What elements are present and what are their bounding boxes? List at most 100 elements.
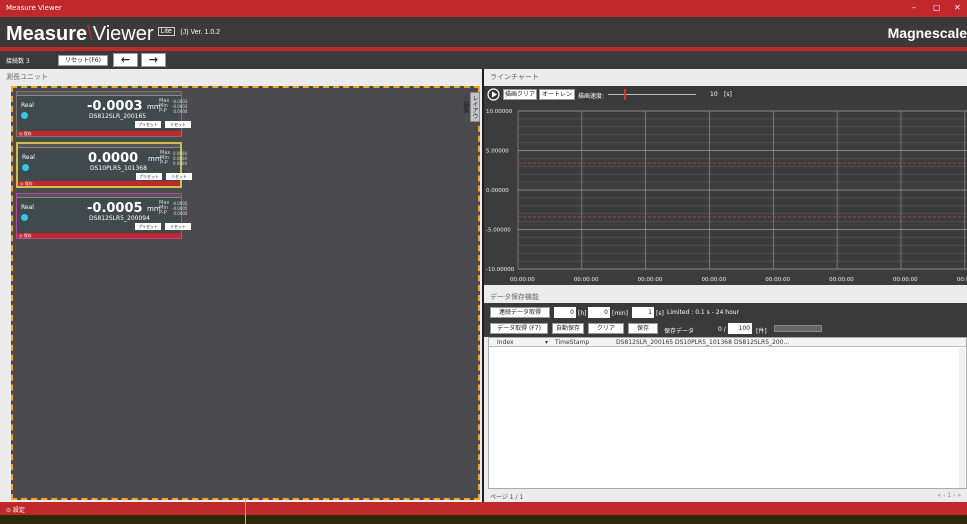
reset-button[interactable]: リセット [166, 173, 192, 180]
data-table[interactable]: Index ▾ TimeStamp DS812SLR_200165 DS10PL… [488, 337, 967, 489]
settings-toggle[interactable]: ⊙ 設定 [6, 505, 25, 514]
status-indicator-icon [21, 112, 28, 119]
sensor-name: DS10PLR5_101368 [90, 165, 147, 172]
hour-input[interactable]: 0 [554, 307, 576, 318]
version-text: (J) Ver. 1.0.2 [180, 29, 221, 37]
minute-unit: [min] [612, 310, 628, 317]
table-scrollbar[interactable] [959, 348, 965, 488]
speed-slider-thumb[interactable] [624, 89, 626, 100]
unit-card-3[interactable]: Real -0.0005 mm Max Min P-P -0.0005 -0.0… [16, 193, 191, 239]
x-tick-label: 00:00:00 [510, 277, 535, 283]
line-chart[interactable]: 10.00000 5.00000 0.00000 -5.00000 -10.00000 0… [484, 103, 967, 285]
second-unit: [s] [656, 310, 664, 317]
back-arrow-icon[interactable]: ← [113, 53, 138, 67]
preset-button[interactable]: プリセット [135, 223, 161, 230]
unit-card-1[interactable]: Real -0.0003 mm Max Min P-P -0.0003 -0.0… [16, 91, 191, 137]
brand-logo: Magnescale [887, 25, 967, 41]
chart-title: ラインチャート [484, 69, 967, 85]
mode-label: Real [22, 154, 35, 161]
table-pager: ページ 1 / 1 « ‹ 1 › » [484, 489, 967, 502]
stats-labels: Max Min P-P [160, 150, 171, 166]
layout-edit-tab[interactable]: レイアウト編集 [462, 92, 480, 122]
pager-controls[interactable]: « ‹ 1 › » [937, 492, 961, 499]
speed-slider-track[interactable] [608, 94, 696, 95]
measure-value: 0.0000 [88, 151, 139, 166]
reset-button[interactable]: リセット [165, 121, 191, 128]
y-tick-label: -10.00000 [486, 267, 515, 273]
save-progress-bar [774, 325, 822, 332]
speed-unit: [s] [724, 91, 732, 98]
column-sensor-3[interactable]: DS812SLR5_200... [734, 339, 789, 346]
page-indicator: ページ 1 / 1 [490, 494, 524, 501]
layout-cursor-line [245, 500, 246, 524]
count-unit: [件] [756, 328, 767, 335]
app-logo: Measure\Viewer Lite (J) Ver. 1.0.2 [6, 23, 221, 45]
column-index[interactable]: Index [497, 339, 514, 346]
mode-label: Real [21, 102, 34, 109]
clear-chart-button[interactable]: 描画クリア [503, 89, 537, 100]
status-indicator-icon [22, 164, 29, 171]
unit-ruler [17, 194, 181, 198]
x-tick-label: 00:00:00 [701, 277, 726, 283]
mode-label: Real [21, 204, 34, 211]
unit-status-bar[interactable]: ◎ 保存 [17, 131, 181, 136]
x-tick-label: 00:00:00 [829, 277, 854, 283]
minimize-icon[interactable]: – [912, 3, 916, 12]
x-tick-label: 00:00:00 [893, 277, 918, 283]
connection-count: 接続数 3 [6, 58, 30, 65]
title-bar: Measure Viewer – ▢ ✕ [0, 0, 967, 17]
speed-value: 10 [710, 91, 718, 98]
autorange-button[interactable]: オートレンジ [539, 89, 575, 108]
auto-save-button[interactable]: 自動保存 [552, 323, 584, 334]
settings-bar[interactable]: ⊙ 設定 [0, 502, 967, 515]
y-tick-label: -5.00000 [486, 228, 511, 234]
saved-count: 0 / [718, 326, 726, 333]
reset-button[interactable]: リセット [165, 223, 191, 230]
unit-status-bar[interactable]: ◎ 保存 [18, 181, 180, 186]
data-save-toolbar: 連続データ取得 0 [h] 0 [min] 1 [s] Limited : 0.… [484, 303, 967, 337]
max-count-input[interactable]: 100 [728, 323, 752, 334]
table-header: Index ▾ TimeStamp DS812SLR_200165 DS10PL… [489, 338, 966, 347]
column-timestamp[interactable]: TimeStamp [555, 339, 589, 346]
stats-values: -0.0005 -0.0005 0.0000 [172, 201, 188, 216]
clear-data-button[interactable]: クリア [588, 323, 624, 334]
stats-values: 0.0000 0.0000 0.0000 [173, 151, 187, 166]
second-input[interactable]: 1 [632, 307, 654, 318]
status-indicator-icon [21, 214, 28, 221]
sort-icon[interactable]: ▾ [545, 339, 548, 346]
preset-button[interactable]: プリセット [135, 121, 161, 128]
column-sensor-2[interactable]: DS10PLR5_101368 [675, 339, 732, 346]
app-header: Measure\Viewer Lite (J) Ver. 1.0.2 Magnes… [0, 17, 967, 47]
stats-values: -0.0003 -0.0003 0.0000 [172, 99, 188, 114]
limited-text: Limited : 0.1 s - 24 hour [667, 309, 740, 316]
continuous-acquire-button[interactable]: 連続データ取得 [490, 307, 550, 318]
unit-status-bar[interactable]: ◎ 保存 [17, 233, 181, 238]
panel-title: 測長ユニット [0, 69, 482, 85]
unit-ruler [18, 144, 180, 148]
measure-value: -0.0003 [87, 99, 143, 114]
sensor-name: DS812SLR5_200094 [89, 215, 150, 222]
preset-button[interactable]: プリセット [136, 173, 162, 180]
save-button[interactable]: 保存 [628, 323, 658, 334]
chart-toolbar: 描画クリア オートレンジ 描画速度: 10 [s] [484, 86, 967, 108]
speed-label: 描画速度: [578, 93, 605, 100]
forward-arrow-icon[interactable]: → [141, 53, 166, 67]
play-icon[interactable] [487, 88, 500, 101]
close-icon[interactable]: ✕ [954, 3, 961, 12]
x-tick-label: 00:00:00 [957, 277, 967, 283]
sensor-name: DS812SLR_200165 [89, 113, 147, 120]
data-save-title: データ保存機能 [484, 289, 967, 303]
y-tick-label: 10.00000 [486, 109, 513, 115]
column-sensor-1[interactable]: DS812SLR_200165 [616, 339, 673, 346]
saved-data-label: 保存データ [664, 328, 695, 335]
maximize-icon[interactable]: ▢ [933, 3, 941, 12]
x-tick-label: 00:00:00 [765, 277, 790, 283]
stats-labels: Max Min P-P [159, 98, 170, 114]
reset-all-button[interactable]: リセット(F6) [58, 55, 108, 66]
acquire-data-button[interactable]: データ取得 (F7) [490, 323, 548, 334]
minute-input[interactable]: 0 [588, 307, 610, 318]
stats-labels: Max Min P-P [159, 200, 170, 216]
chart-canvas: 10.00000 5.00000 0.00000 -5.00000 -10.00000 0… [486, 109, 967, 283]
unit-card-2[interactable]: Real 0.0000 mm Max Min P-P 0.0000 0.0000… [16, 142, 192, 188]
y-tick-label: 0.00000 [486, 188, 509, 194]
